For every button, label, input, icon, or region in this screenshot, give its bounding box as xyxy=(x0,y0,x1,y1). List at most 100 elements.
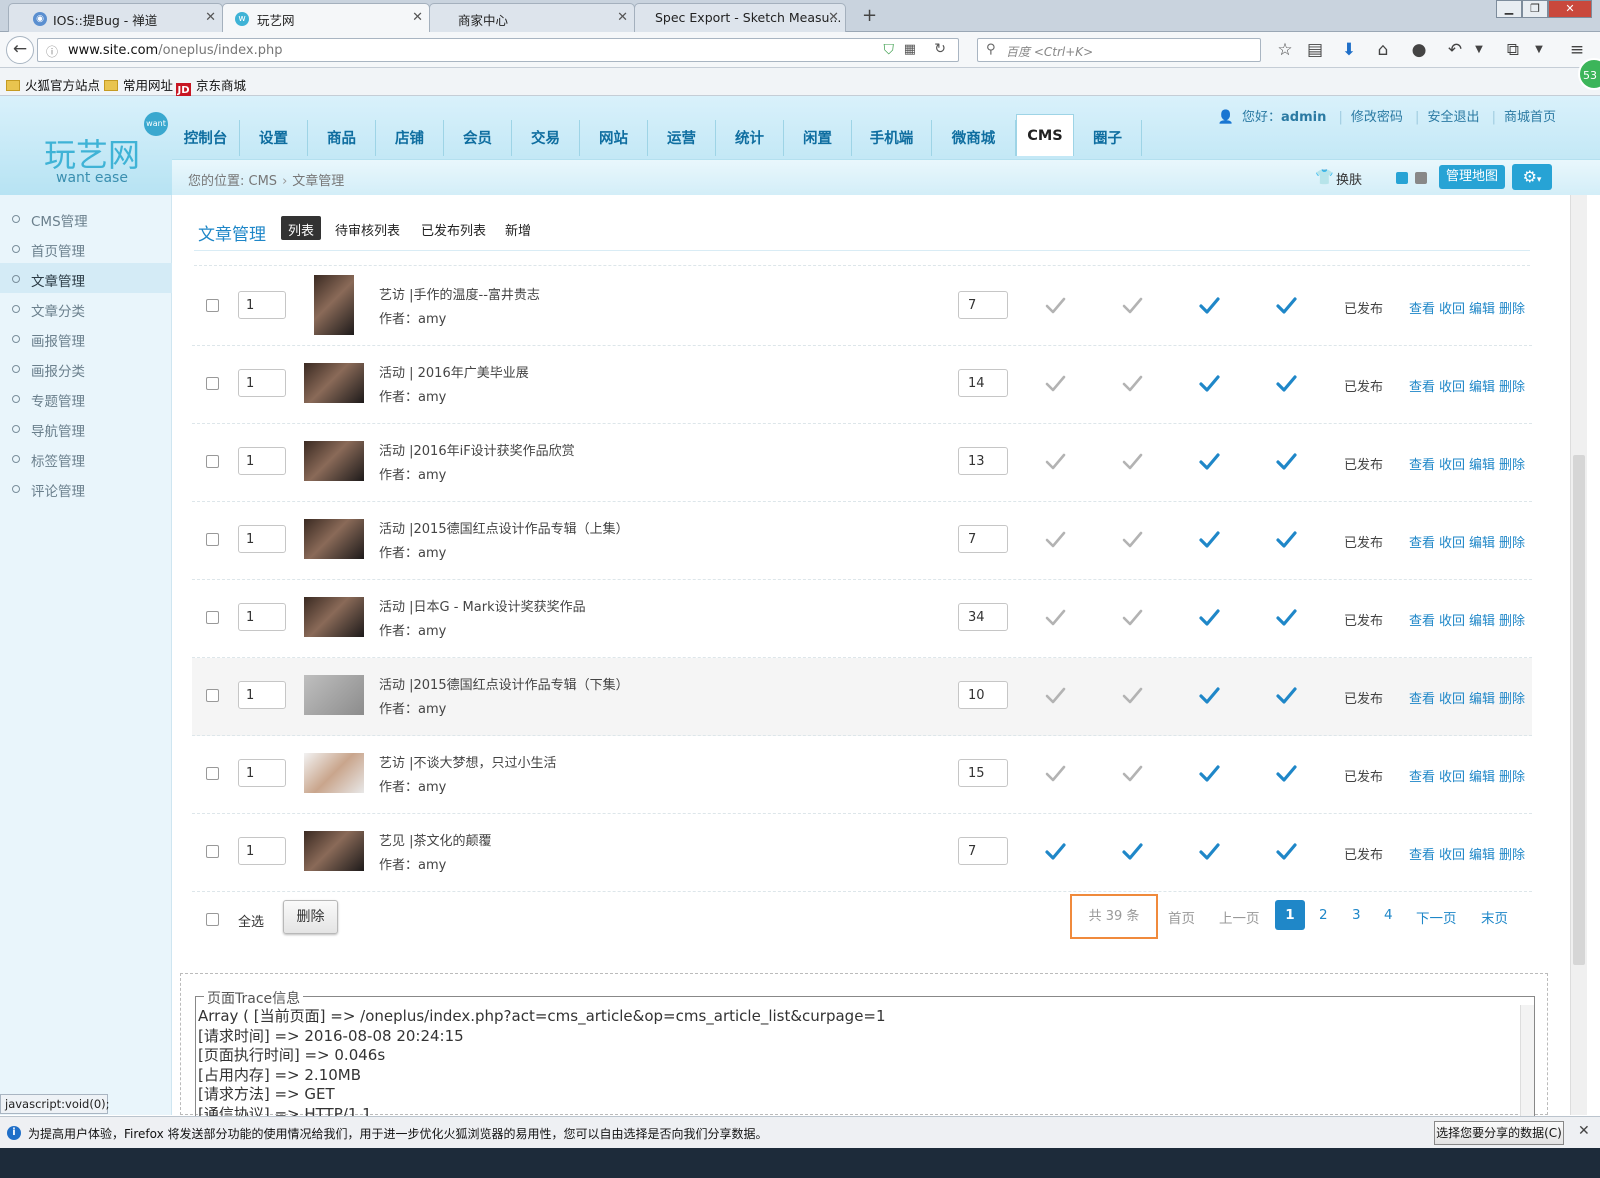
nav-item[interactable]: 闲置 xyxy=(784,120,852,156)
article-title[interactable]: 活动 |日本G - Mark设计奖获奖作品 xyxy=(379,596,586,615)
article-title[interactable]: 活动 |2016年iF设计获奖作品欣赏 xyxy=(379,440,575,459)
logout-link[interactable]: 安全退出 xyxy=(1427,110,1479,125)
check-on-icon[interactable] xyxy=(1275,451,1297,473)
last-page-link[interactable]: 末页 xyxy=(1481,907,1508,927)
nav-item[interactable]: 统计 xyxy=(716,120,784,156)
action-link[interactable]: 查看 xyxy=(1409,458,1435,473)
close-icon[interactable]: ✕ xyxy=(205,10,216,25)
nav-item[interactable]: 交易 xyxy=(512,120,580,156)
row-checkbox[interactable] xyxy=(206,377,219,390)
skin-blue-swatch[interactable] xyxy=(1396,172,1408,184)
check-off-icon[interactable] xyxy=(1044,529,1066,551)
nav-item[interactable]: 手机端 xyxy=(852,120,932,156)
back-arrow-icon[interactable]: ← xyxy=(6,36,34,64)
action-link[interactable]: 删除 xyxy=(1499,692,1525,707)
check-on-icon[interactable] xyxy=(1198,685,1220,707)
action-link[interactable]: 编辑 xyxy=(1469,536,1495,551)
share-data-button[interactable]: 选择您要分享的数据(C) xyxy=(1434,1121,1564,1145)
page-link-current[interactable]: 1 xyxy=(1275,900,1305,930)
sort-input[interactable]: 1 xyxy=(238,525,286,553)
change-password-link[interactable]: 修改密码 xyxy=(1351,110,1403,125)
close-icon[interactable]: ✕ xyxy=(828,10,839,25)
check-off-icon[interactable] xyxy=(1121,529,1143,551)
check-off-icon[interactable] xyxy=(1121,763,1143,785)
browser-tab-active[interactable]: w 玩艺网 ✕ xyxy=(222,3,430,32)
crop-icon[interactable]: ⧉ xyxy=(1500,38,1526,62)
bookmark-item[interactable]: JD 京东商城 xyxy=(176,75,246,98)
page-link[interactable]: 4 xyxy=(1384,907,1393,923)
sort-input[interactable]: 1 xyxy=(238,447,286,475)
reload-icon[interactable]: ↻ xyxy=(934,41,946,57)
row-checkbox[interactable] xyxy=(206,845,219,858)
click-count-input[interactable]: 14 xyxy=(958,369,1008,397)
restore-icon[interactable]: ❐ xyxy=(1522,0,1548,18)
check-off-icon[interactable] xyxy=(1121,295,1143,317)
check-off-icon[interactable] xyxy=(1044,451,1066,473)
click-count-input[interactable]: 7 xyxy=(958,291,1008,319)
sidebar-item[interactable]: 画报管理 xyxy=(0,323,172,353)
action-link[interactable]: 收回 xyxy=(1439,614,1465,629)
sidebar-item[interactable]: 画报分类 xyxy=(0,353,172,383)
prev-page-link[interactable]: 上一页 xyxy=(1219,907,1260,927)
tab-new[interactable]: 新增 xyxy=(498,216,538,240)
chevron-down-icon[interactable]: ▼ xyxy=(1526,38,1552,62)
nav-item[interactable]: 设置 xyxy=(240,120,308,156)
skin-label[interactable]: 换肤 xyxy=(1336,169,1362,188)
download-icon[interactable]: ⬇ xyxy=(1336,38,1362,62)
nav-item[interactable]: 微商城 xyxy=(932,120,1016,156)
action-link[interactable]: 查看 xyxy=(1409,302,1435,317)
click-count-input[interactable]: 15 xyxy=(958,759,1008,787)
action-link[interactable]: 删除 xyxy=(1499,380,1525,395)
action-link[interactable]: 查看 xyxy=(1409,848,1435,863)
article-title[interactable]: 活动 | 2016年广美毕业展 xyxy=(379,362,529,381)
row-checkbox[interactable] xyxy=(206,455,219,468)
delete-button[interactable]: 删除 xyxy=(283,900,338,934)
check-on-icon[interactable] xyxy=(1275,607,1297,629)
check-on-icon[interactable] xyxy=(1275,763,1297,785)
action-link[interactable]: 查看 xyxy=(1409,380,1435,395)
minimize-icon[interactable]: ▁ xyxy=(1496,0,1522,18)
reading-list-icon[interactable]: ▤ xyxy=(1302,38,1328,62)
nav-item[interactable]: 圈子 xyxy=(1074,120,1142,156)
action-link[interactable]: 删除 xyxy=(1499,848,1525,863)
scrollbar-thumb[interactable] xyxy=(1573,455,1585,965)
check-on-icon[interactable] xyxy=(1275,685,1297,707)
check-on-icon[interactable] xyxy=(1275,295,1297,317)
check-on-icon[interactable] xyxy=(1044,841,1066,863)
check-off-icon[interactable] xyxy=(1044,763,1066,785)
check-off-icon[interactable] xyxy=(1044,295,1066,317)
close-icon[interactable]: ✕ xyxy=(1578,1123,1590,1139)
nav-item[interactable]: 会员 xyxy=(444,120,512,156)
shop-home-link[interactable]: 商城首页 xyxy=(1504,110,1556,125)
check-on-icon[interactable] xyxy=(1198,295,1220,317)
next-page-link[interactable]: 下一页 xyxy=(1416,907,1457,927)
action-link[interactable]: 收回 xyxy=(1439,458,1465,473)
sort-input[interactable]: 1 xyxy=(238,291,286,319)
action-link[interactable]: 编辑 xyxy=(1469,848,1495,863)
article-title[interactable]: 活动 |2015德国红点设计作品专辑（下集） xyxy=(379,674,629,693)
browser-tab[interactable]: Spec Export - Sketch Measu... ✕ xyxy=(634,3,846,32)
nav-item[interactable]: CMS xyxy=(1016,114,1074,156)
nav-item[interactable]: 网站 xyxy=(580,120,648,156)
action-link[interactable]: 删除 xyxy=(1499,770,1525,785)
check-on-icon[interactable] xyxy=(1198,607,1220,629)
check-on-icon[interactable] xyxy=(1198,451,1220,473)
admin-map-button[interactable]: 管理地图 xyxy=(1439,165,1505,189)
nav-item[interactable]: 控制台 xyxy=(172,120,240,156)
info-icon[interactable]: ⓘ xyxy=(46,43,58,60)
sidebar-item[interactable]: 导航管理 xyxy=(0,413,172,443)
sort-input[interactable]: 1 xyxy=(238,369,286,397)
click-count-input[interactable]: 34 xyxy=(958,603,1008,631)
check-on-icon[interactable] xyxy=(1275,529,1297,551)
action-link[interactable]: 收回 xyxy=(1439,848,1465,863)
row-checkbox[interactable] xyxy=(206,611,219,624)
check-off-icon[interactable] xyxy=(1044,685,1066,707)
tab-list[interactable]: 列表 xyxy=(281,216,322,240)
action-link[interactable]: 编辑 xyxy=(1469,458,1495,473)
page-link[interactable]: 3 xyxy=(1352,907,1361,923)
nav-item[interactable]: 运营 xyxy=(648,120,716,156)
row-checkbox[interactable] xyxy=(206,533,219,546)
sort-input[interactable]: 1 xyxy=(238,603,286,631)
bookmark-item[interactable]: 火狐官方站点 xyxy=(6,75,100,94)
gear-icon[interactable]: ⚙▾ xyxy=(1512,164,1552,190)
